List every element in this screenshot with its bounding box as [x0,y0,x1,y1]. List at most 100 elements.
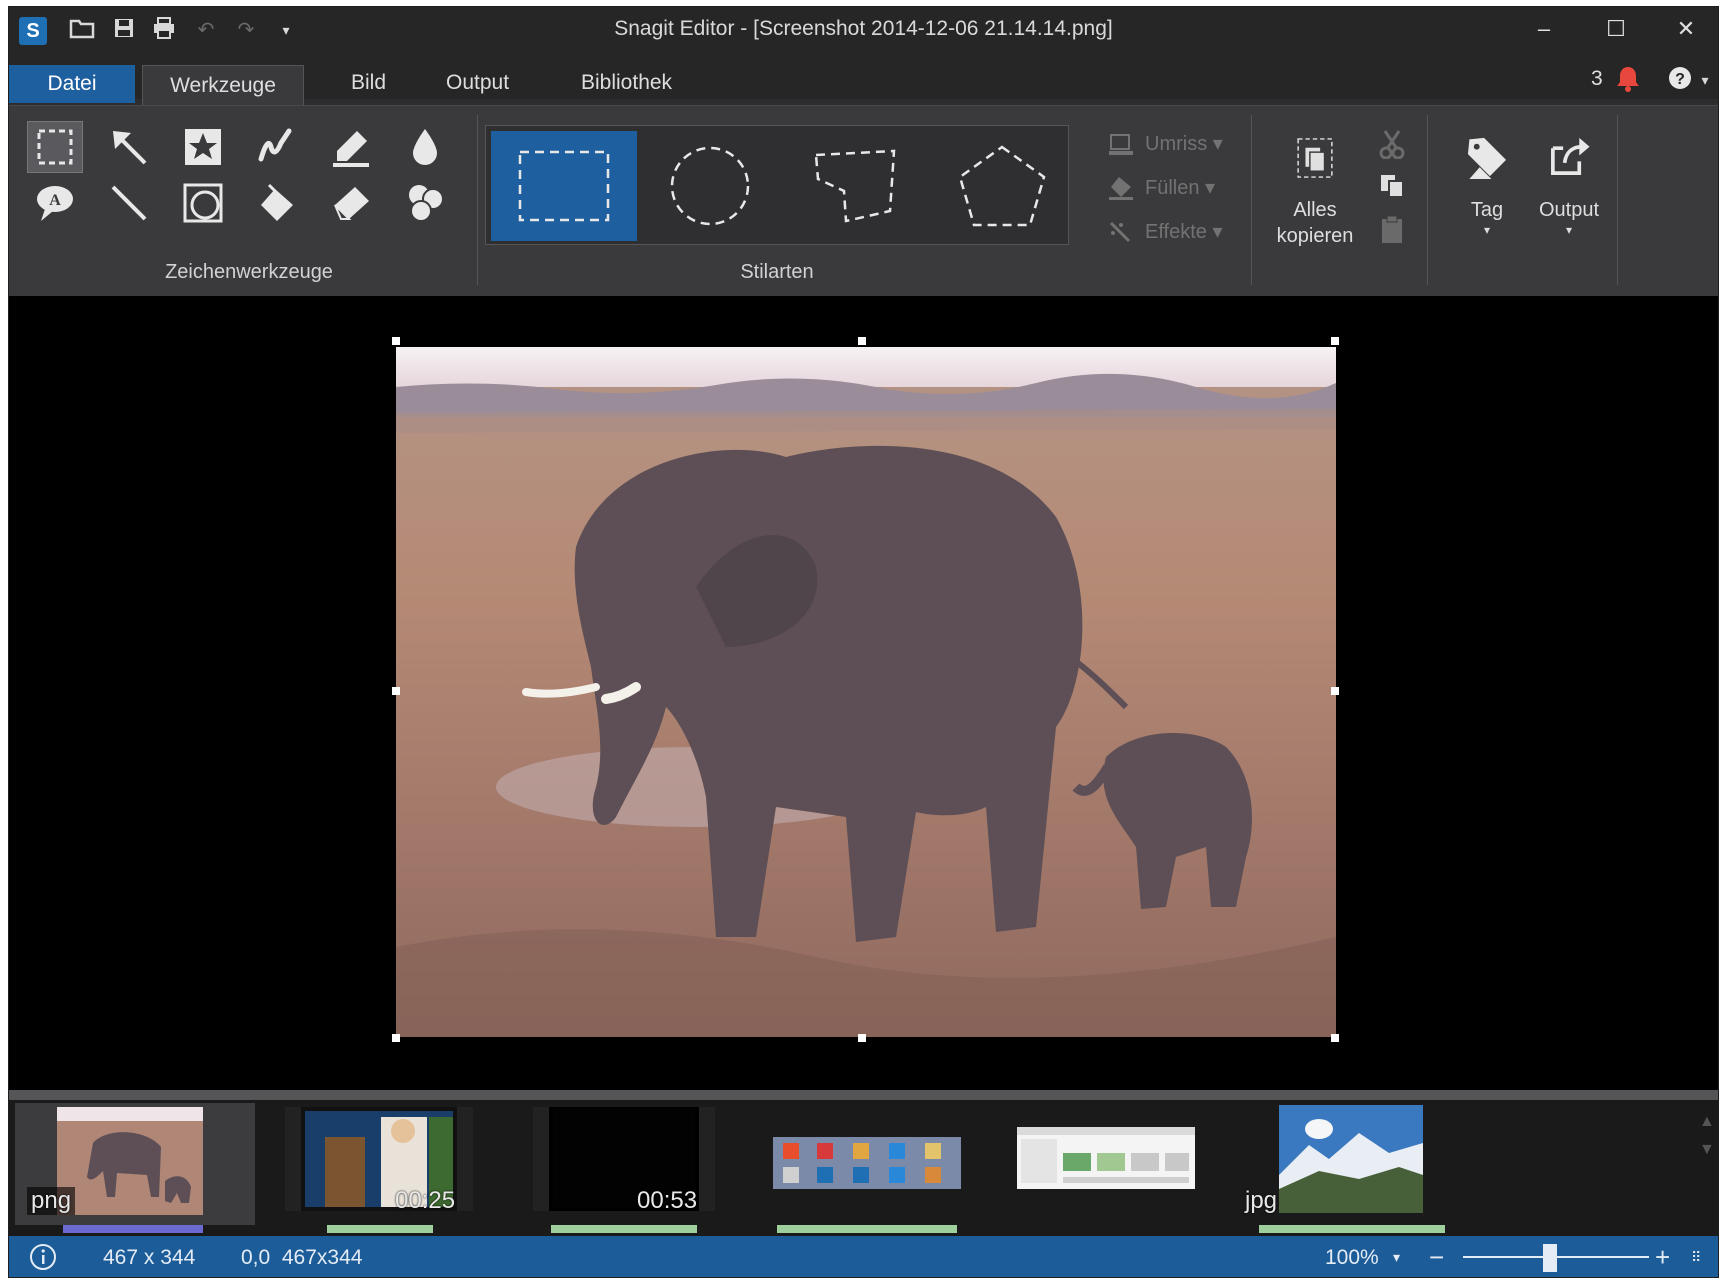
tab-werkzeuge[interactable]: Werkzeuge [142,65,304,106]
arrow-icon[interactable] [101,121,157,173]
tab-bibliothek[interactable]: Bibliothek [569,63,684,103]
tag-button[interactable]: Tag ▾ [1447,197,1527,237]
fill-format-icon [1107,175,1135,207]
output-button[interactable]: Output ▾ [1523,197,1615,237]
copy-all-icon[interactable] [1285,125,1345,191]
ribbon-separator [1617,115,1618,285]
tray-item-indicator [327,1225,433,1233]
tab-bild[interactable]: Bild [339,63,398,103]
effects-dropdown[interactable]: Effekte ▾ [1145,219,1223,244]
highlighter-icon[interactable] [323,121,379,173]
info-icon[interactable] [27,1243,59,1271]
tray-thumbnail-mountains[interactable] [1279,1105,1423,1213]
zoom-slider-thumb[interactable] [1543,1244,1557,1272]
ribbon-separator [1427,115,1428,285]
undo-icon[interactable]: ↶ [191,17,221,43]
tab-datei[interactable]: Datei [9,65,135,103]
snagit-editor-window: S ↶ ↷ ▾ Snagit Editor - [Screenshot 2014… [8,6,1719,1278]
output-icon[interactable] [1537,125,1601,189]
tray-resize-grip[interactable] [9,1090,1718,1100]
selection-info: 0,0 467x344 [241,1246,363,1269]
app-logo[interactable]: S [19,17,47,45]
shape-icon[interactable] [175,177,231,229]
resize-handle[interactable] [1331,337,1339,345]
print-icon[interactable] [149,17,179,43]
save-icon[interactable] [109,17,139,43]
tray-item-duration: 00:25 [395,1187,456,1214]
tab-output[interactable]: Output [434,63,521,103]
redo-icon[interactable]: ↷ [231,17,261,43]
bell-icon[interactable] [1613,65,1643,95]
tray-item-label: jpg [1245,1187,1278,1214]
tag-dropdown-icon: ▾ [1483,223,1491,237]
tag-label: Tag [1470,199,1504,221]
resize-handle[interactable] [858,1034,866,1042]
resize-handle[interactable] [1331,1034,1339,1042]
canvas-image[interactable] [396,347,1336,1037]
ribbon-separator [1251,115,1252,285]
zoom-level[interactable]: 100% [1325,1236,1379,1277]
tag-icon[interactable] [1455,125,1519,189]
resize-grip-icon[interactable]: ⠿ [1691,1236,1701,1277]
tray-item-indicator [551,1225,697,1233]
maximize-button[interactable]: ☐ [1581,7,1651,51]
output-dropdown-icon: ▾ [1565,223,1573,237]
svg-text:?: ? [1675,71,1685,88]
effects-label: Effekte [1145,221,1207,243]
resize-handle[interactable] [1331,687,1339,695]
fill-dropdown[interactable]: Füllen ▾ [1145,175,1215,200]
fill-label: Füllen [1145,177,1200,199]
tray-scroll-up-icon[interactable]: ▲ [1699,1113,1715,1131]
tray-thumbnail-desktop-icons[interactable] [773,1137,961,1189]
effects-icon [1107,219,1135,251]
style-freehand-selection[interactable] [783,131,929,241]
copy-all-line2: kopieren [1276,225,1354,247]
tray-item-indicator [777,1225,957,1233]
image-dimensions: 467 x 344 [103,1246,196,1269]
style-ellipse-selection[interactable] [637,131,783,241]
style-rectangle-selection[interactable] [491,131,637,241]
help-icon[interactable]: ? [1665,65,1695,95]
resize-handle[interactable] [858,337,866,345]
tray-item-indicator [63,1225,203,1233]
tray-item-label: png [27,1187,76,1215]
tray-thumbnail-elephant[interactable] [57,1107,203,1215]
resize-handle[interactable] [392,1034,400,1042]
eraser-icon[interactable] [323,177,379,229]
open-icon[interactable] [67,17,97,43]
close-button[interactable]: ✕ [1651,7,1718,51]
cut-icon [1379,129,1405,165]
notification-count[interactable]: 3 [1591,67,1603,91]
tray-item-duration: 00:53 [637,1187,698,1214]
copy-all-label[interactable]: Alles kopieren [1261,197,1369,249]
pen-icon[interactable] [249,121,305,173]
blur-icon[interactable] [397,121,453,173]
copy-icon[interactable] [1379,173,1405,205]
callout-icon[interactable]: A [27,177,83,229]
drawing-tools-group-label: Zeichenwerkzeuge [165,261,333,283]
tray-thumbnail-window[interactable] [1017,1127,1195,1189]
resize-handle[interactable] [392,337,400,345]
styles-group-label: Stilarten [740,261,814,283]
zoom-dropdown-icon[interactable]: ▾ [1393,1236,1400,1277]
help-dropdown-icon[interactable]: ▾ [1695,67,1715,93]
minimize-button[interactable]: – [1509,7,1579,51]
step-icon[interactable] [397,177,453,229]
outline-icon [1107,131,1135,163]
output-label: Output [1538,199,1600,221]
tray-item-indicator [1259,1225,1445,1233]
customize-icon[interactable]: ▾ [271,17,301,43]
outline-dropdown[interactable]: Umriss ▾ [1145,131,1223,156]
zoom-in-button[interactable]: + [1655,1236,1670,1277]
outline-label: Umriss [1145,133,1208,155]
resize-handle[interactable] [392,687,400,695]
zoom-out-button[interactable]: − [1429,1236,1444,1277]
tray-scroll-down-icon[interactable]: ▼ [1699,1141,1715,1159]
ribbon-separator [477,115,478,285]
copy-all-line1: Alles [1293,199,1337,221]
fill-icon[interactable] [249,177,305,229]
stamp-icon[interactable] [175,121,231,173]
selection-icon[interactable] [27,121,83,173]
style-polygon-selection[interactable] [929,131,1075,241]
line-icon[interactable] [101,177,157,229]
